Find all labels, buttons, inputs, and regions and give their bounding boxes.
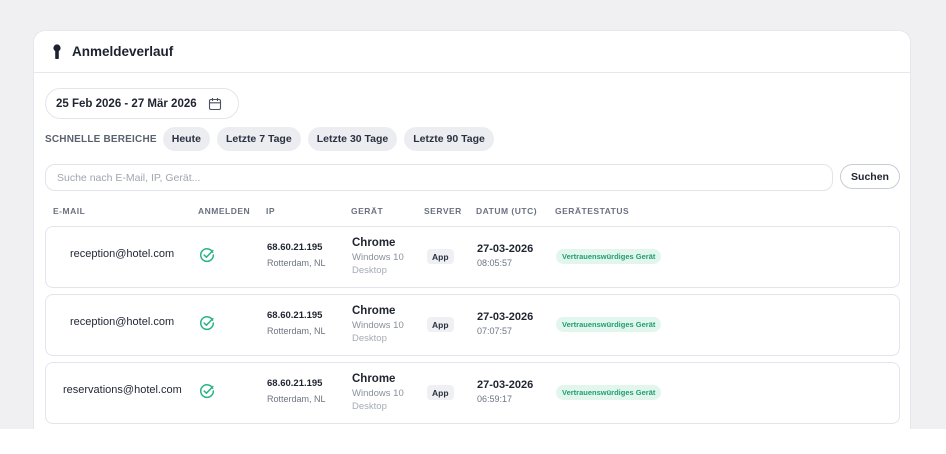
table-header: E-MAIL ANMELDEN IP GERÄT SERVER DATUM (U…: [34, 206, 910, 218]
column-header-email: E-MAIL: [53, 206, 86, 216]
row-email: reservations@hotel.com: [63, 384, 182, 396]
row-os: Windows 10: [352, 388, 404, 399]
table-row[interactable]: reception@hotel.com 68.60.21.195 Rotterd…: [45, 226, 900, 288]
row-ip: 68.60.21.195: [267, 378, 323, 389]
row-status-badge: Vertrauenswürdiges Gerät: [556, 385, 662, 400]
row-ip: 68.60.21.195: [267, 310, 323, 321]
table-row[interactable]: reception@hotel.com 68.60.21.195 Rotterd…: [45, 294, 900, 356]
column-header-login: ANMELDEN: [198, 206, 251, 216]
column-header-ip: IP: [266, 206, 276, 216]
panel-title: Anmeldeverlauf: [72, 44, 174, 59]
row-browser: Chrome: [352, 237, 396, 249]
quick-ranges: SCHNELLE BEREICHE Heute Letzte 7 Tage Le…: [45, 127, 501, 151]
calendar-icon: [208, 97, 221, 110]
quick-range-today[interactable]: Heute: [162, 127, 210, 151]
row-time: 07:07:57: [477, 326, 513, 336]
row-status-badge: Vertrauenswürdiges Gerät: [556, 249, 662, 264]
column-header-device: GERÄT: [351, 206, 384, 216]
column-header-server: SERVER: [424, 206, 462, 216]
row-date: 27-03-2026: [477, 243, 534, 255]
row-os: Windows 10: [352, 252, 404, 263]
date-range-picker[interactable]: 25 Feb 2026 - 27 Mär 2026: [45, 88, 239, 119]
row-time: 06:59:17: [477, 394, 513, 404]
check-circle-icon: [199, 248, 215, 263]
row-server-badge: App: [427, 317, 454, 332]
row-status-badge: Vertrauenswürdiges Gerät: [556, 317, 662, 332]
row-device-type: Desktop: [352, 401, 387, 412]
row-location: Rotterdam, NL: [267, 394, 326, 404]
quick-range-90-days[interactable]: Letzte 90 Tage: [404, 127, 494, 151]
check-circle-icon: [199, 316, 215, 331]
page-footer-area: [0, 429, 946, 454]
row-email: reception@hotel.com: [70, 316, 175, 328]
row-device-type: Desktop: [352, 265, 387, 276]
quick-ranges-label: SCHNELLE BEREICHE: [45, 133, 157, 145]
row-server-badge: App: [427, 249, 454, 264]
row-date: 27-03-2026: [477, 311, 534, 323]
row-date: 27-03-2026: [477, 379, 534, 391]
row-location: Rotterdam, NL: [267, 258, 326, 268]
row-email: reception@hotel.com: [70, 248, 175, 260]
search-input[interactable]: [45, 164, 833, 191]
column-header-device-status: GERÄTESTATUS: [555, 206, 630, 216]
row-location: Rotterdam, NL: [267, 326, 326, 336]
row-os: Windows 10: [352, 320, 404, 331]
quick-range-7-days[interactable]: Letzte 7 Tage: [216, 127, 301, 151]
quick-range-30-days[interactable]: Letzte 30 Tage: [307, 127, 398, 151]
column-header-date: DATUM (UTC): [476, 206, 538, 216]
row-time: 08:05:57: [477, 258, 513, 268]
row-browser: Chrome: [352, 373, 396, 385]
check-circle-icon: [199, 384, 215, 399]
panel-header: Anmeldeverlauf: [34, 31, 910, 73]
search-button[interactable]: Suchen: [840, 164, 900, 189]
date-range-value: 25 Feb 2026 - 27 Mär 2026: [56, 97, 197, 110]
row-browser: Chrome: [352, 305, 396, 317]
row-server-badge: App: [427, 385, 454, 400]
keyhole-icon: [53, 43, 61, 59]
row-ip: 68.60.21.195: [267, 242, 323, 253]
row-device-type: Desktop: [352, 333, 387, 344]
table-row[interactable]: reservations@hotel.com 68.60.21.195 Rott…: [45, 362, 900, 424]
login-history-panel: Anmeldeverlauf 25 Feb 2026 - 27 Mär 2026…: [33, 30, 911, 429]
